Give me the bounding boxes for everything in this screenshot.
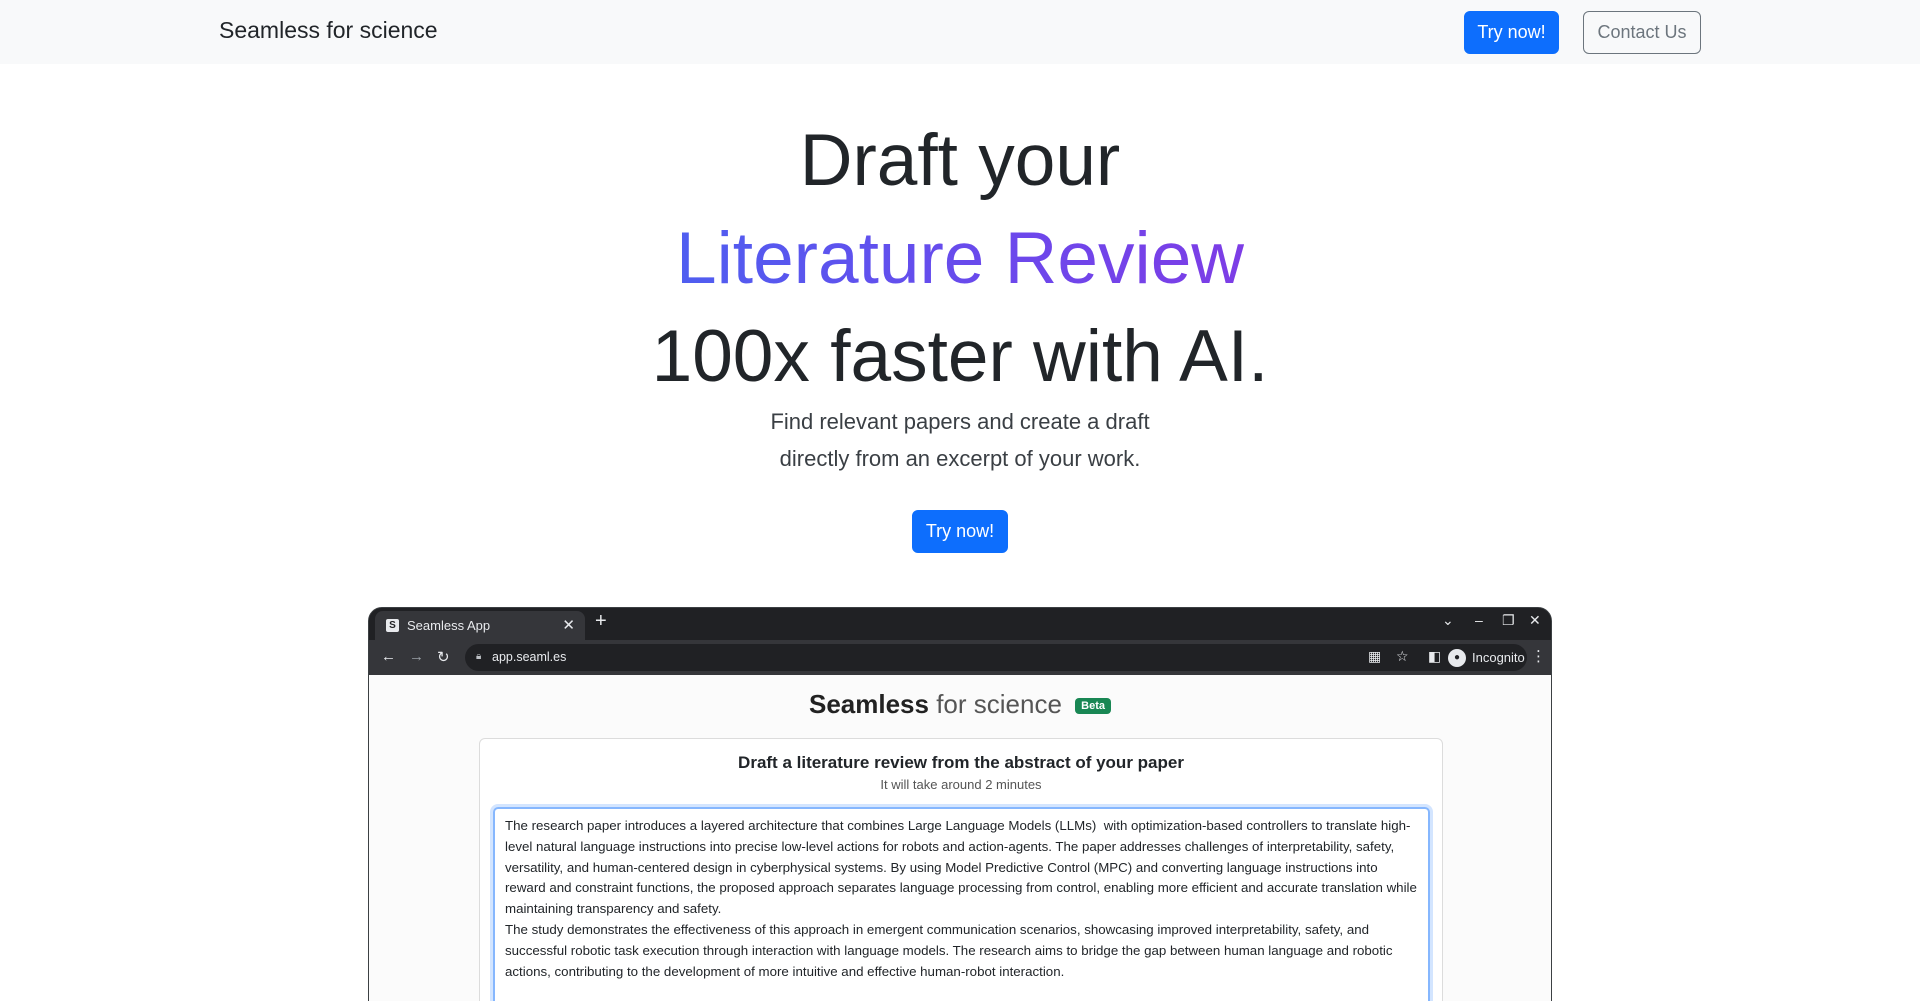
incognito-label: Incognito [1472,650,1525,665]
incognito-icon: ● [1448,648,1466,667]
try-now-hero-button[interactable]: Try now! [912,510,1008,553]
hero-gradient-text: Literature Review [675,218,1245,299]
forward-icon[interactable]: → [409,648,424,665]
url-text: app.seaml.es [492,650,567,664]
browser-toolbar: ← → ↻ 🔒︎ app.seaml.es ▦ ☆ ◧ ● Incognito … [369,640,1551,675]
draft-card: Draft a literature review from the abstr… [479,738,1443,1001]
minimize-icon[interactable]: – [1475,612,1483,628]
contact-us-button[interactable]: Contact Us [1583,11,1701,54]
qr-code-icon[interactable]: ▦ [1368,648,1381,665]
window-close-icon[interactable]: ✕ [1529,612,1541,629]
reload-icon[interactable]: ↻ [437,648,450,666]
favicon-icon: S [386,619,399,632]
top-navbar: Seamless for science Try now! Contact Us [0,0,1920,64]
hero-subtitle-line1: Find relevant papers and create a draft [770,409,1150,434]
try-now-nav-button[interactable]: Try now! [1464,11,1559,54]
card-subtitle: It will take around 2 minutes [880,777,1042,792]
app-logo: Seamless for science Beta [369,689,1551,720]
browser-tab[interactable]: S Seamless App ✕ [375,611,585,640]
plus-icon[interactable]: + [595,610,607,633]
back-icon[interactable]: ← [381,648,396,665]
card-title: Draft a literature review from the abstr… [738,753,1184,772]
brand-logo[interactable]: Seamless for science [219,17,438,44]
chevron-down-icon[interactable]: ⌄ [1442,612,1454,629]
app-logo-bold: Seamless [808,689,929,719]
side-panel-icon[interactable]: ◧ [1428,648,1441,665]
abstract-textarea[interactable]: The research paper introduces a layered … [493,807,1430,1001]
hero-subtitle-line2: directly from an excerpt of your work. [779,446,1141,471]
app-logo-light: for science [936,689,1062,719]
hero-title-line2: Literature Review [0,222,1920,295]
hero-title-line3: 100x faster with AI. [651,316,1269,397]
beta-badge: Beta [1075,698,1112,714]
browser-viewport: Seamless for science Beta Draft a litera… [369,675,1551,1001]
hero-title-line1: Draft your [799,120,1121,201]
restore-icon[interactable]: ❐ [1502,612,1515,629]
lock-icon: 🔒︎ [476,651,482,662]
browser-screenshot: S Seamless App ✕ + ⌄ – ❐ ✕ ← → ↻ 🔒︎ app.… [368,607,1552,1001]
browser-tabstrip: S Seamless App ✕ + ⌄ – ❐ ✕ [369,608,1551,640]
incognito-profile[interactable]: ● Incognito [1444,647,1535,668]
tab-title: Seamless App [407,618,491,633]
close-icon[interactable]: ✕ [562,616,575,634]
menu-icon[interactable]: ⋮ [1531,647,1546,665]
address-bar[interactable]: 🔒︎ app.seaml.es ▦ ☆ ◧ ● Incognito [465,644,1527,671]
star-icon[interactable]: ☆ [1396,648,1409,665]
